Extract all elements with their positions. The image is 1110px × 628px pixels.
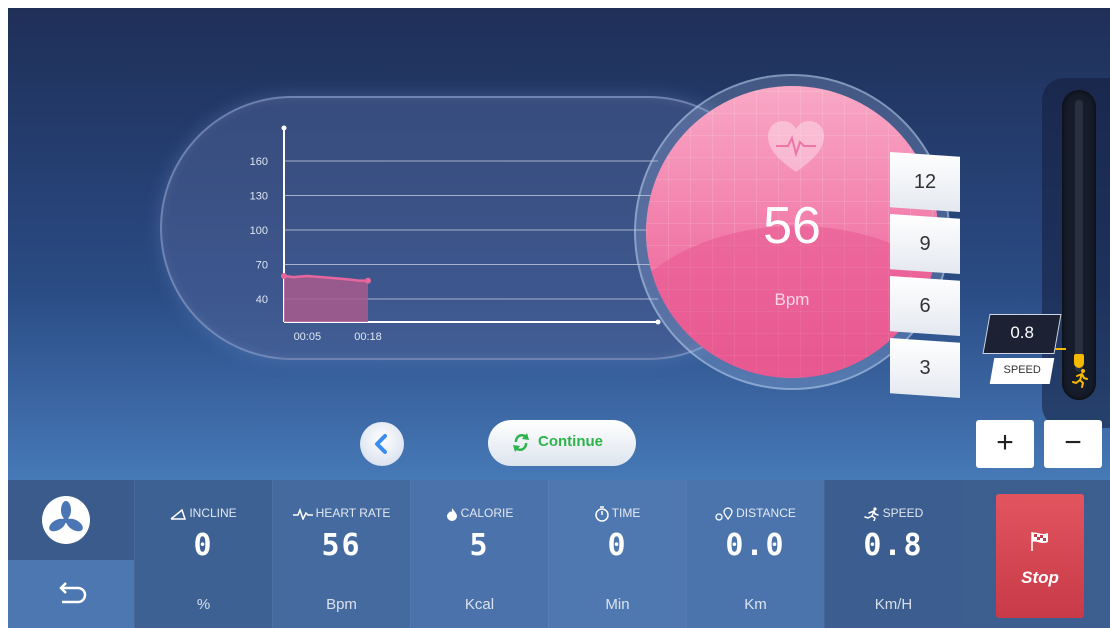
metric-incline: INCLINE 0 %	[134, 480, 272, 628]
metric-speed-value: 0.8	[863, 528, 924, 563]
metric-time-label: TIME	[611, 506, 641, 521]
metric-speed-unit: Km/H	[874, 596, 913, 613]
metric-distance-value: 0.0	[725, 528, 786, 563]
chart-y-tick-label: 40	[256, 294, 268, 306]
speed-slider-groove	[1075, 100, 1083, 372]
chevron-left-icon	[375, 434, 387, 454]
location-pin-icon	[715, 507, 733, 521]
treadmill-screen: 40 70 100 130 160 00:05 00:18 56 Bpm 12 9 6 3 …	[8, 8, 1110, 628]
fan-button[interactable]	[42, 496, 90, 544]
stop-button[interactable]: Stop	[996, 494, 1084, 618]
return-button[interactable]	[8, 560, 134, 628]
metric-heart-rate-label: HEART RATE	[315, 506, 391, 520]
fan-icon	[49, 501, 83, 532]
metric-calorie-label: CALORIE	[460, 506, 514, 520]
chart-x-tick-label: 00:05	[294, 331, 322, 343]
flame-icon	[446, 507, 457, 521]
chart-point-end	[365, 277, 371, 284]
metric-calorie: CALORIE 5 Kcal	[410, 480, 548, 628]
speed-tag: SPEED	[989, 358, 1055, 384]
metric-incline-label: INCLINE	[189, 506, 237, 520]
metric-time-value: 0	[607, 528, 628, 563]
stopwatch-icon	[594, 506, 609, 522]
metric-heart-rate-unit: Bpm	[326, 596, 357, 613]
pulse-icon	[292, 507, 313, 521]
metric-speed: SPEED 0.8 Km/H	[824, 480, 962, 628]
metric-calorie-value: 5	[469, 528, 490, 563]
chart-series-area	[284, 276, 368, 322]
plus-button[interactable]: +	[976, 420, 1034, 468]
continue-label: Continue	[538, 433, 603, 450]
incline-icon	[170, 508, 187, 520]
time-card-9[interactable]: 9	[890, 214, 960, 274]
metric-distance-label: DISTANCE	[736, 506, 796, 520]
speed-readout: 0.8	[982, 314, 1062, 354]
chart-axis-end-dot	[281, 125, 287, 131]
chart-y-tick-label: 160	[250, 156, 268, 168]
minus-button[interactable]: −	[1044, 420, 1102, 468]
return-icon	[59, 582, 87, 604]
speed-readout-value: 0.8	[1010, 323, 1034, 342]
speed-indicator-tick	[1054, 348, 1066, 350]
refresh-icon	[513, 433, 529, 452]
stop-label: Stop	[1021, 568, 1059, 587]
metric-speed-label: SPEED	[882, 506, 924, 520]
speed-tag-label: SPEED	[1003, 364, 1041, 376]
runner-icon	[863, 507, 879, 522]
chart-y-tick-label: 130	[250, 191, 268, 203]
chart-point-start	[281, 273, 287, 279]
heart-icon	[768, 121, 824, 172]
metric-calorie-unit: Kcal	[464, 596, 495, 613]
time-card-12[interactable]: 12	[890, 152, 960, 212]
metric-time: TIME 0 Min	[548, 480, 686, 628]
time-card-3[interactable]: 3	[890, 338, 960, 398]
metric-distance-unit: Km	[744, 596, 767, 613]
metric-heart-rate: HEART RATE 56 Bpm	[272, 480, 410, 628]
metric-incline-unit: %	[196, 596, 211, 613]
back-button[interactable]	[360, 422, 404, 466]
fan-cell	[8, 480, 134, 560]
chart-y-tick-label: 100	[250, 225, 268, 237]
metric-distance: DISTANCE 0.0 Km	[686, 480, 824, 628]
runner-icon	[1072, 369, 1088, 388]
metrics-bar: INCLINE 0 % HEART RATE 56 Bpm CALORIE 5 …	[8, 480, 1110, 628]
metric-incline-value: 0	[193, 528, 214, 563]
chart-y-tick-label: 70	[256, 260, 268, 272]
speed-slider-handle[interactable]	[1074, 354, 1084, 368]
finish-flag-icon	[1031, 532, 1048, 551]
metric-time-unit: Min	[605, 596, 630, 613]
continue-button[interactable]: Continue	[488, 420, 636, 466]
chart-x-tick-label: 00:18	[354, 331, 382, 343]
time-card-6[interactable]: 6	[890, 276, 960, 336]
metric-heart-rate-value: 56	[321, 528, 362, 563]
